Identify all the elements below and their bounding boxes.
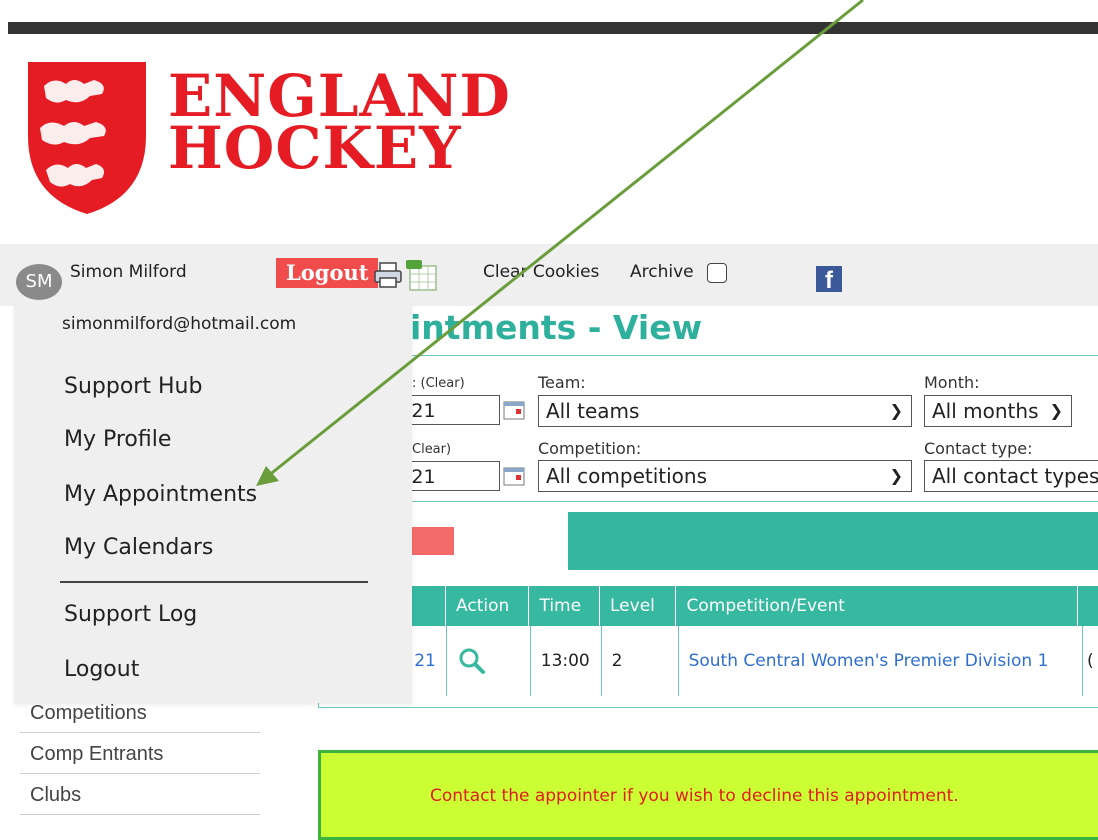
table-header-level[interactable]: Level — [600, 586, 677, 626]
table-header-action[interactable]: Action — [446, 586, 530, 626]
appointments-table: Action Time Level Competition/Event 21 1… — [318, 586, 1098, 708]
table-header-row: Action Time Level Competition/Event — [319, 586, 1098, 626]
contact-type-select[interactable]: All contact types — [924, 460, 1098, 492]
level-cell: 2 — [602, 626, 679, 696]
menu-item-my-profile[interactable]: My Profile — [64, 427, 171, 452]
facebook-icon[interactable]: f — [816, 266, 842, 294]
avatar[interactable]: SM — [16, 264, 62, 300]
logout-button[interactable]: Logout — [276, 258, 379, 288]
menu-item-my-appointments[interactable]: My Appointments — [64, 482, 257, 507]
menu-item-support-log[interactable]: Support Log — [64, 602, 197, 627]
competition-label: Competition: — [538, 439, 642, 458]
date-to-label[interactable]: Clear) — [412, 442, 451, 457]
brand-line-2: HOCKEY — [168, 114, 462, 182]
excel-export-icon[interactable] — [404, 258, 440, 292]
chevron-down-icon: ❯ — [1049, 401, 1063, 420]
month-select[interactable]: All months ❯ — [924, 395, 1072, 427]
user-name[interactable]: Simon Milford — [70, 262, 187, 282]
table-header-cell — [1078, 586, 1098, 626]
archive-checkbox[interactable] — [707, 263, 727, 283]
team-select[interactable]: All teams ❯ — [538, 395, 912, 427]
competition-select-value: All competitions — [546, 464, 707, 488]
menu-item-my-calendars[interactable]: My Calendars — [64, 535, 213, 560]
brand-wordmark: ENGLAND HOCKEY — [168, 67, 511, 182]
view-cell — [447, 626, 531, 696]
print-icon[interactable] — [372, 260, 404, 290]
chevron-down-icon: ❯ — [889, 401, 903, 420]
extra-cell: ( — [1087, 651, 1094, 671]
england-hockey-logo-icon — [28, 62, 146, 214]
archive-label: Archive — [630, 262, 694, 282]
time-cell: 13:00 — [531, 626, 602, 696]
date-to-input[interactable]: )21 — [400, 461, 500, 491]
page-title: intments - View — [410, 308, 703, 347]
user-email: simonmilford@hotmail.com — [62, 314, 297, 334]
table-header-competition[interactable]: Competition/Event — [676, 586, 1078, 626]
menu-item-logout[interactable]: Logout — [64, 657, 139, 682]
sidebar-item-comp-entrants[interactable]: Comp Entrants — [20, 734, 260, 774]
month-label: Month: — [924, 373, 980, 392]
calendar-icon[interactable] — [503, 400, 525, 420]
top-bar — [8, 22, 1098, 34]
magnifier-icon[interactable] — [457, 646, 487, 676]
table-row: 21 13:00 2 South Central Women's Premier… — [319, 626, 1098, 706]
contact-type-label: Contact type: — [924, 439, 1033, 458]
team-select-value: All teams — [546, 399, 640, 423]
teal-action-button[interactable] — [568, 512, 1098, 570]
sidebar-item-clubs[interactable]: Clubs — [20, 775, 260, 815]
menu-item-support-hub[interactable]: Support Hub — [64, 374, 202, 399]
competition-select[interactable]: All competitions ❯ — [538, 460, 912, 492]
date-from-input[interactable]: )21 — [400, 395, 500, 425]
table-header-time[interactable]: Time — [529, 586, 600, 626]
menu-divider — [60, 581, 368, 583]
chevron-down-icon: ❯ — [889, 466, 903, 485]
date-from-label[interactable]: : (Clear) — [412, 376, 465, 391]
notice-text: Contact the appointer if you wish to dec… — [430, 786, 959, 806]
contact-type-select-value: All contact types — [932, 464, 1098, 488]
competition-link[interactable]: South Central Women's Premier Division 1 — [679, 626, 1084, 696]
team-label: Team: — [538, 373, 586, 392]
clear-cookies-link[interactable]: Clear Cookies — [483, 262, 599, 282]
calendar-icon[interactable] — [503, 466, 525, 486]
month-select-value: All months — [932, 399, 1039, 423]
